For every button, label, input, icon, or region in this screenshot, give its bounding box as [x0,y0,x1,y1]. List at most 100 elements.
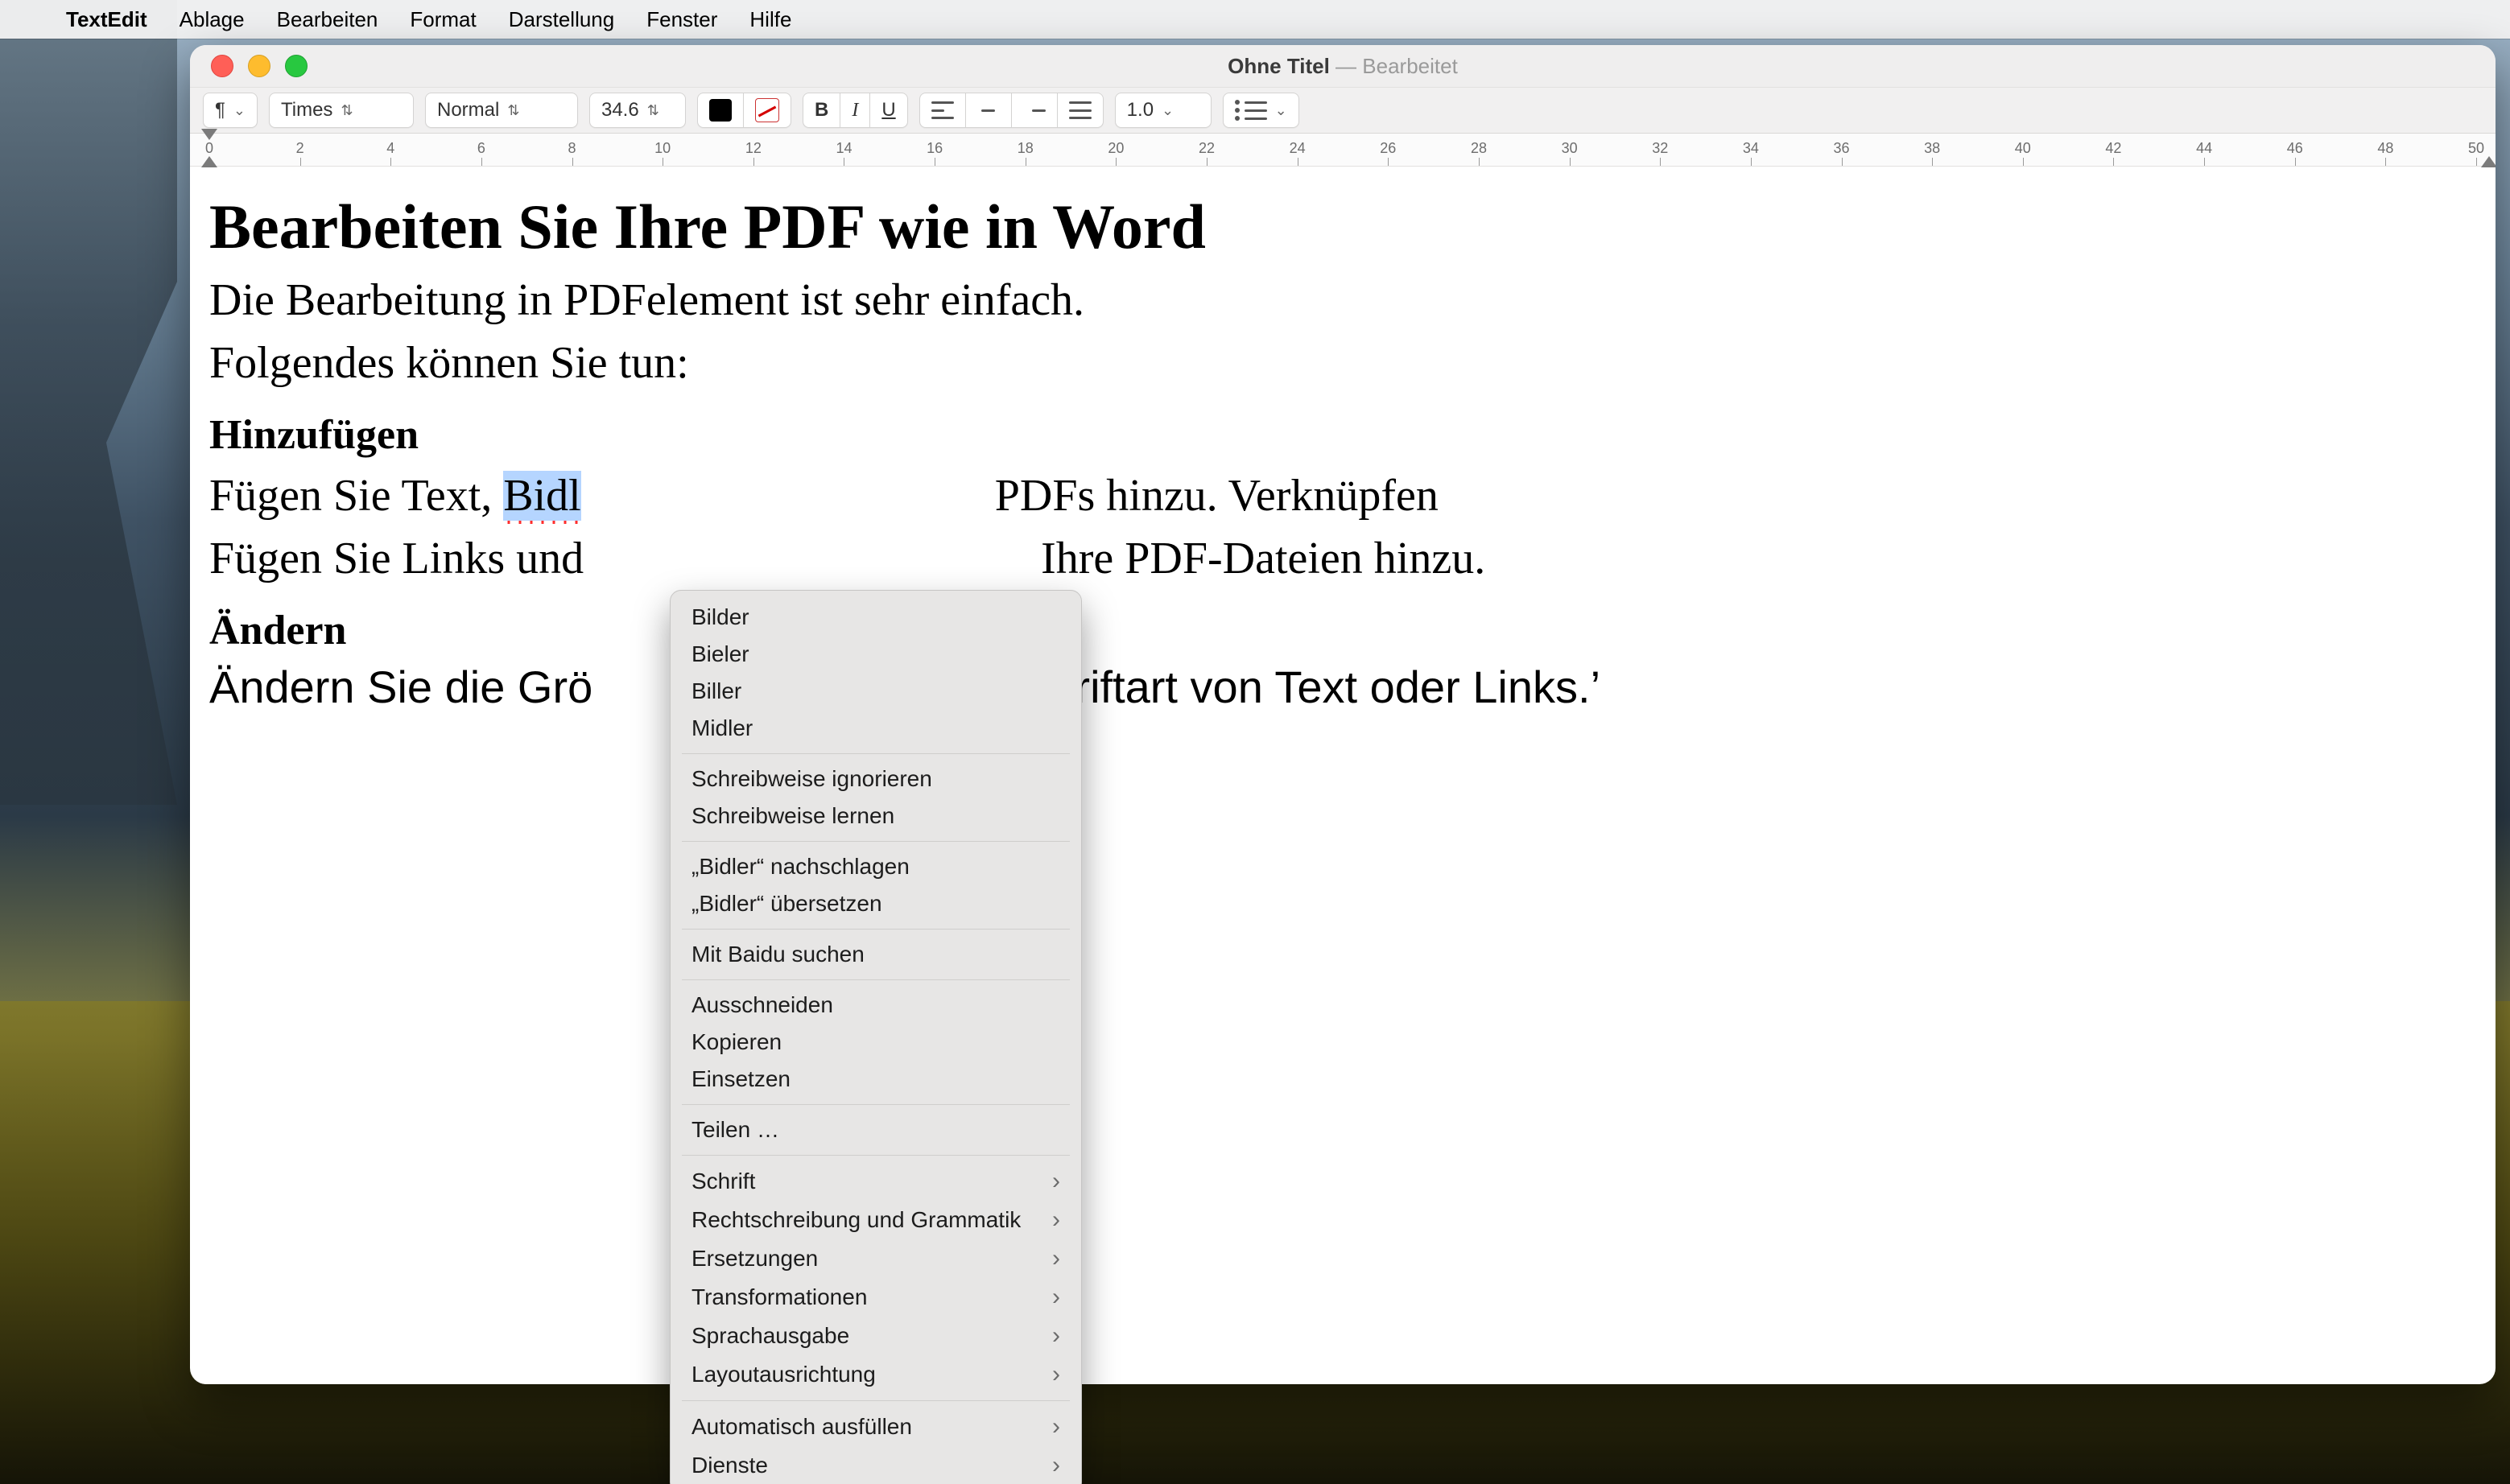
transformations-submenu[interactable]: Transformationen [671,1278,1081,1317]
paragraph[interactable]: Fügen Sie Text, Bidl PDFs hinzu. Verknüp… [209,470,2476,521]
menu-separator [682,929,1070,930]
heading-2[interactable]: Ändern [209,607,2476,654]
ruler-number: 38 [1924,140,1940,157]
bold-button[interactable]: B [803,93,840,128]
spelling-submenu[interactable]: Rechtschreibung und Grammatik [671,1201,1081,1239]
ruler-number: 28 [1471,140,1487,157]
color-swatch-icon [709,99,732,122]
format-toolbar: ¶ ⌄ Times ⇅ Normal ⇅ 34.6 ⇅ B I [190,87,2496,134]
share[interactable]: Teilen … [671,1111,1081,1148]
misspelled-word[interactable]: Bidl [503,471,580,524]
list-style-select[interactable]: ⌄ [1223,93,1299,128]
spell-suggestion[interactable]: Bilder [671,599,1081,636]
underline-button[interactable]: U [869,93,907,128]
menu-separator [682,1104,1070,1105]
font-size-field[interactable]: 34.6 ⇅ [589,93,686,128]
font-submenu[interactable]: Schrift [671,1162,1081,1201]
translate[interactable]: „Bidler“ übersetzen [671,885,1081,922]
minimize-button[interactable] [248,55,270,77]
line-spacing-value: 1.0 [1127,99,1154,122]
paragraph[interactable]: Die Bearbeitung in PDFelement ist sehr e… [209,274,2476,326]
ruler-number: 20 [1108,140,1124,157]
close-button[interactable] [211,55,233,77]
menu-format[interactable]: Format [410,7,476,32]
align-left-icon [931,101,954,119]
learn-spelling[interactable]: Schreibweise lernen [671,798,1081,835]
left-indent-marker[interactable] [201,156,217,167]
text-color-button[interactable] [697,93,743,128]
heading-1[interactable]: Bearbeiten Sie Ihre PDF wie in Word [209,191,2476,263]
paste[interactable]: Einsetzen [671,1061,1081,1098]
ruler-number: 14 [836,140,852,157]
heading-2[interactable]: Hinzufügen [209,411,2476,459]
chevron-down-icon: ⌄ [1275,102,1287,119]
chevron-down-icon: ⌄ [233,102,246,119]
zoom-button[interactable] [285,55,308,77]
right-indent-marker[interactable] [2481,156,2496,167]
ruler-number: 2 [296,140,304,157]
paragraph-style-button[interactable]: ¶ ⌄ [203,93,258,128]
menu-view[interactable]: Darstellung [509,7,615,32]
align-center-button[interactable] [965,93,1011,128]
menu-separator [682,1400,1070,1401]
alignment-group [919,93,1104,128]
align-right-icon [1023,101,1046,119]
title-sep: — [1330,54,1362,78]
menu-file[interactable]: Ablage [180,7,245,32]
menu-separator [682,979,1070,980]
ruler-number: 6 [477,140,485,157]
system-menubar: TextEdit Ablage Bearbeiten Format Darste… [0,0,2510,39]
line-spacing-select[interactable]: 1.0 ⌄ [1115,93,1212,128]
autofill-submenu[interactable]: Automatisch ausfüllen [671,1408,1081,1446]
align-justify-button[interactable] [1057,93,1104,128]
ruler-number: 0 [205,140,213,157]
ruler-number: 36 [1834,140,1850,157]
spell-suggestion[interactable]: Midler [671,710,1081,747]
ignore-spelling[interactable]: Schreibweise ignorieren [671,761,1081,798]
highlight-color-button[interactable] [743,93,791,128]
menu-help[interactable]: Hilfe [749,7,791,32]
cut[interactable]: Ausschneiden [671,987,1081,1024]
align-center-icon [977,101,1000,119]
paragraph[interactable]: Folgendes können Sie tun: [209,337,2476,389]
substitutions-submenu[interactable]: Ersetzungen [671,1239,1081,1278]
spell-suggestion[interactable]: Bieler [671,636,1081,673]
paragraph[interactable]: Fügen Sie Links und Ihre PDF-Dateien hin… [209,533,2476,584]
doc-title: Ohne Titel [1228,54,1330,78]
text-style-group: B I U [803,93,908,128]
ruler[interactable]: 0246810121416182022242628303234363840424… [190,134,2496,167]
first-line-indent-marker[interactable] [201,129,217,140]
font-family-select[interactable]: Times ⇅ [269,93,414,128]
font-style-select[interactable]: Normal ⇅ [425,93,578,128]
spell-suggestion[interactable]: Biller [671,673,1081,710]
menu-edit[interactable]: Bearbeiten [277,7,378,32]
ruler-number: 46 [2287,140,2303,157]
ruler-number: 40 [2015,140,2031,157]
paragraph[interactable]: Ändern Sie die Gröchriftart von Text ode… [209,661,2476,713]
look-up[interactable]: „Bidler“ nachschlagen [671,848,1081,885]
no-highlight-icon [755,98,779,122]
menu-separator [682,753,1070,754]
menu-window[interactable]: Fenster [646,7,717,32]
text-run: Ihre PDF-Dateien hinzu. [1030,534,1485,583]
text-run: Fügen Sie Links und [209,534,595,583]
layout-submenu[interactable]: Layoutausrichtung [671,1355,1081,1394]
wallpaper-accent [0,0,177,805]
document-body[interactable]: Bearbeiten Sie Ihre PDF wie in Word Die … [190,167,2496,1384]
updown-icon: ⇅ [647,102,659,119]
font-size-value: 34.6 [601,99,639,122]
services-submenu[interactable]: Dienste [671,1446,1081,1484]
copy[interactable]: Kopieren [671,1024,1081,1061]
selected-text[interactable]: Bidl [503,471,580,521]
ruler-ticks: 0246810121416182022242628303234363840424… [190,134,2496,166]
ruler-number: 24 [1290,140,1306,157]
align-left-button[interactable] [919,93,965,128]
italic-button[interactable]: I [840,93,869,128]
window-titlebar[interactable]: Ohne Titel — Bearbeitet [190,45,2496,87]
app-name[interactable]: TextEdit [66,7,147,32]
speech-submenu[interactable]: Sprachausgabe [671,1317,1081,1355]
align-justify-icon [1069,101,1092,119]
ruler-number: 44 [2196,140,2212,157]
search-web[interactable]: Mit Baidu suchen [671,936,1081,973]
align-right-button[interactable] [1011,93,1057,128]
